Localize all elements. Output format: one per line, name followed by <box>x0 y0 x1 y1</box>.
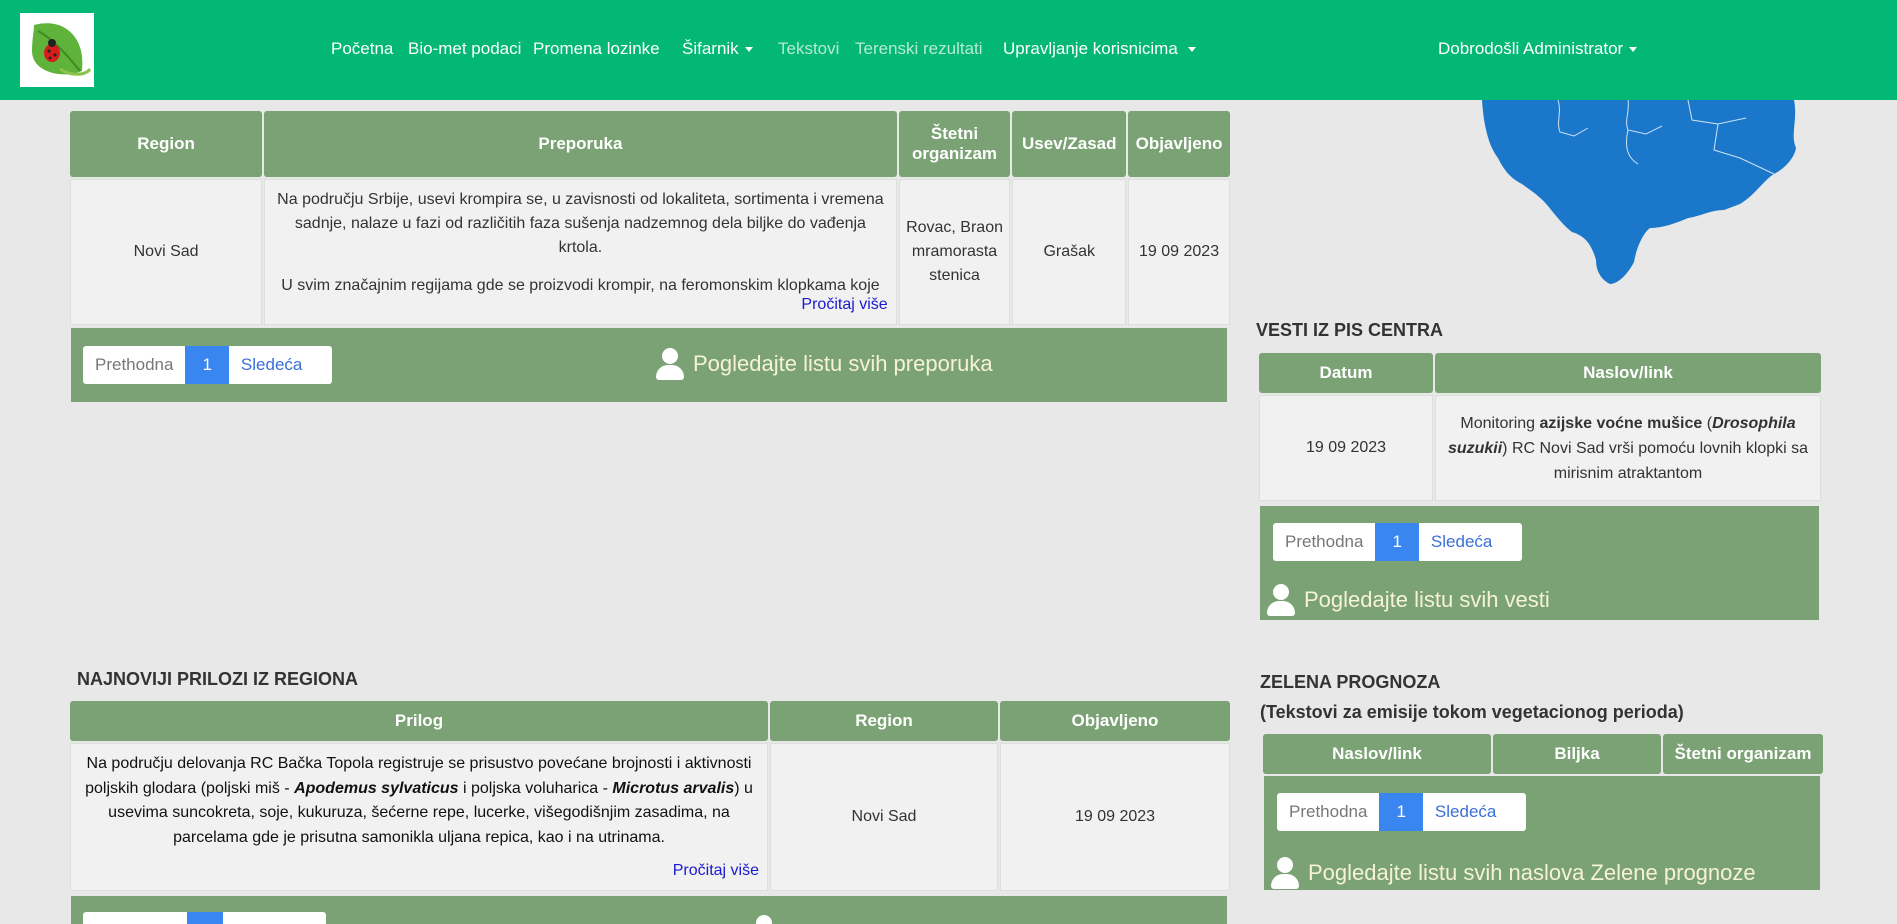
nav-tekstovi[interactable]: Tekstovi <box>778 38 839 60</box>
nav-bio-met-podaci[interactable]: Bio-met podaci <box>408 38 521 60</box>
pagination-page-1[interactable]: 1 <box>1375 523 1419 561</box>
regional-region-cell: Novi Sad <box>770 743 998 891</box>
user-icon <box>1271 857 1299 889</box>
regional-text-species-1: Apodemus sylvaticus <box>294 779 459 797</box>
column-header-region: Region <box>770 701 998 741</box>
user-icon <box>756 915 772 924</box>
column-header-stetni-organizam: Štetni organizam <box>1663 734 1823 774</box>
column-header-naslov-link: Naslov/link <box>1435 353 1821 393</box>
chevron-down-icon <box>1187 47 1196 53</box>
regional-text-2: i poljska voluharica - <box>458 779 613 797</box>
news-pagination: Prethodna 1 Sledeća <box>1273 523 1523 561</box>
regional-pagination[interactable] <box>83 912 326 924</box>
column-header-objavljeno: Objavljeno <box>1000 701 1230 741</box>
pagination-next[interactable]: Sledeća <box>1423 793 1526 831</box>
all-news-label: Pogledajte listu svih vesti <box>1304 587 1550 612</box>
all-green-forecast-link[interactable]: Pogledajte listu svih naslova Zelene pro… <box>1271 857 1756 889</box>
pagination-prev[interactable]: Prethodna <box>83 346 185 384</box>
green-forecast-subtitle: (Tekstovi za emisije tokom vegetacionog … <box>1260 702 1684 722</box>
column-header-stetni-organizam: Štetni organizam <box>898 111 1011 177</box>
crop-cell: Grašak <box>1012 179 1127 325</box>
chevron-down-icon <box>744 47 753 53</box>
green-forecast-table: Naslov/link Biljka Štetni organizam <box>1261 732 1825 776</box>
pagination-prev[interactable]: Prethodna <box>1277 793 1379 831</box>
pagination-page-1[interactable]: 1 <box>185 346 229 384</box>
nav-sifarnik-label: Šifarnik <box>682 39 739 58</box>
table-row: Na području delovanja RC Bačka Topola re… <box>70 743 1230 891</box>
pagination-next[interactable]: Sledeća <box>229 346 332 384</box>
regional-section-title: NAJNOVIJI PRILOZI IZ REGIONA <box>77 669 359 689</box>
date-cell: 19 09 2023 <box>1128 179 1230 325</box>
nav-upravljanje-label: Upravljanje korisnicima <box>1003 39 1178 58</box>
green-forecast-pagination: Prethodna 1 Sledeća <box>1277 793 1527 831</box>
user-icon <box>1267 584 1295 616</box>
recommendation-text-continued: U svim značajnim regijama gde se proizvo… <box>281 277 880 294</box>
recommendations-table: Region Preporuka Štetni organizam Usev/Z… <box>68 109 1232 327</box>
user-icon <box>656 348 684 380</box>
recommendation-text: Na području Srbije, usevi krompira se, u… <box>277 191 884 256</box>
column-header-prilog: Prilog <box>70 701 768 741</box>
leaf-ladybug-logo-icon <box>32 23 92 76</box>
read-more-link[interactable]: Pročitaj više <box>801 296 887 313</box>
recommendations-pagination: Prethodna 1 Sledeća <box>83 346 333 384</box>
pagination-page-1[interactable]: 1 <box>1379 793 1423 831</box>
column-header-naslov-link: Naslov/link <box>1263 734 1491 774</box>
column-header-region: Region <box>70 111 263 177</box>
regional-text: Na području delovanja RC Bačka Topola re… <box>79 752 759 850</box>
pagination-prev[interactable]: Prethodna <box>1273 523 1375 561</box>
column-header-datum: Datum <box>1259 353 1433 393</box>
organism-cell: Rovac, Braon mramorasta stenica <box>898 179 1011 325</box>
all-green-forecast-label: Pogledajte listu svih naslova Zelene pro… <box>1308 860 1756 885</box>
pagination-next[interactable]: Sledeća <box>1419 523 1522 561</box>
regional-table: Prilog Region Objavljeno Na području del… <box>68 699 1232 893</box>
news-section-title: VESTI IZ PIS CENTRA <box>1256 320 1444 340</box>
column-header-objavljeno: Objavljeno <box>1128 111 1230 177</box>
serbia-map[interactable] <box>1478 100 1808 286</box>
all-recommendations-link[interactable]: Pogledajte listu svih preporuka <box>656 348 993 380</box>
nav-sifarnik[interactable]: Šifarnik <box>682 38 753 60</box>
green-forecast-title: ZELENA PROGNOZA <box>1260 672 1441 692</box>
news-text-1: Monitoring <box>1460 414 1540 432</box>
all-recommendations-label: Pogledajte listu svih preporuka <box>693 351 993 376</box>
news-text-bold: azijske voćne mušice <box>1539 414 1703 432</box>
region-cell: Novi Sad <box>70 179 263 325</box>
regional-text-species-2: Microtus arvalis <box>612 779 735 797</box>
chevron-down-icon <box>1629 47 1638 53</box>
nav-pocetna[interactable]: Početna <box>331 38 393 60</box>
table-row: 19 09 2023 Monitoring azijske voćne muši… <box>1259 395 1821 501</box>
read-more-link[interactable]: Pročitaj više <box>673 862 759 879</box>
news-table: Datum Naslov/link 19 09 2023 Monitoring … <box>1257 351 1823 503</box>
news-text-3: ) RC Novi Sad vrši pomoću lovnih klopki … <box>1502 439 1809 482</box>
all-news-link[interactable]: Pogledajte listu svih vesti <box>1267 584 1550 616</box>
nav-upravljanje-korisnicima[interactable]: Upravljanje korisnicima <box>1003 38 1196 60</box>
table-row: Novi Sad Na području Srbije, usevi kromp… <box>70 179 1230 325</box>
user-menu-label: Dobrodošli Administrator <box>1438 39 1624 58</box>
regional-text-cell: Na području delovanja RC Bačka Topola re… <box>70 743 768 891</box>
news-text-2: ( <box>1702 414 1713 432</box>
nav-promena-lozinke[interactable]: Promena lozinke <box>533 38 660 60</box>
recommendation-text-cell: Na području Srbije, usevi krompira se, u… <box>264 179 897 325</box>
column-header-preporuka: Preporuka <box>264 111 897 177</box>
regional-date-cell: 19 09 2023 <box>1000 743 1230 891</box>
column-header-biljka: Biljka <box>1493 734 1661 774</box>
news-title-cell[interactable]: Monitoring azijske voćne mušice (Drosoph… <box>1435 395 1821 501</box>
nav-terenski-rezultati[interactable]: Terenski rezultati <box>855 38 983 60</box>
column-header-usev-zasad: Usev/Zasad <box>1012 111 1127 177</box>
logo[interactable] <box>20 13 94 87</box>
news-date-cell: 19 09 2023 <box>1259 395 1433 501</box>
user-menu[interactable]: Dobrodošli Administrator <box>1438 38 1638 60</box>
top-navbar: Početna Bio-met podaci Promena lozinke Š… <box>0 0 1897 100</box>
